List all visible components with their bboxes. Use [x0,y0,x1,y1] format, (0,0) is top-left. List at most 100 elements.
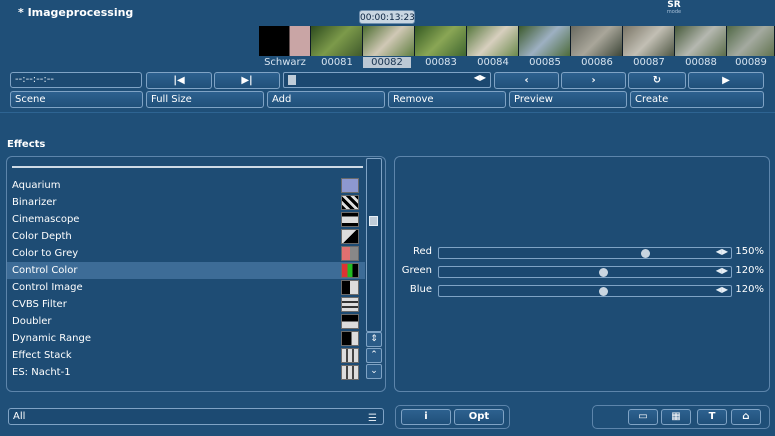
slider-value-red: 150% [735,246,764,257]
doubler-icon [341,314,359,329]
thumbnail-6[interactable] [571,26,623,56]
app-title: * Imageprocessing [18,6,134,19]
effect-item-effect-stack[interactable]: Effect Stack [7,347,365,364]
opt-button[interactable]: Opt [454,409,504,425]
category-value: All [13,411,26,422]
effects-scrollbar[interactable] [366,158,382,332]
effect-label: Control Image [12,282,83,293]
effect-label: CVBS Filter [12,299,67,310]
edit-icon[interactable]: ▭ [628,409,658,425]
control-color-icon [341,263,359,278]
effect-category-select[interactable]: All ☰ [8,408,384,425]
thumbnail-label: 00089 [735,57,767,68]
thumbnail-4[interactable] [467,26,519,56]
slider-label-blue: Blue [409,284,432,295]
scroll-down-icon[interactable]: ⌄ [366,364,382,379]
info-button[interactable]: i [401,409,451,425]
effect-item-control-image[interactable]: Control Image [7,279,365,296]
effect-item-aquarium[interactable]: Aquarium [7,177,365,194]
color-to-grey-icon [341,246,359,261]
effect-stack-icon [341,348,359,363]
thumbnail-2[interactable] [363,26,415,56]
slider-knob[interactable] [641,249,650,258]
menu-icon: ☰ [368,413,377,424]
effect-item-control-color[interactable]: Control Color [7,262,365,279]
dynamic-range-icon [341,331,359,346]
remove-button[interactable]: Remove [388,91,506,108]
effect-item-color-depth[interactable]: Color Depth [7,228,365,245]
effect-label: Doubler [12,316,52,327]
cvbs-filter-icon [341,297,359,312]
play-button[interactable]: ▶ [688,72,764,89]
prev-button[interactable]: ‹ [494,72,559,89]
effect-item-cinemascope[interactable]: Cinemascope [7,211,365,228]
last-frame-button[interactable]: ▶| [214,72,280,89]
thumbnail-8[interactable] [675,26,727,56]
slider-knob[interactable] [599,268,608,277]
es-nacht-icon [341,365,359,380]
thumbnail-label: 00083 [425,57,457,68]
effect-item-es-nacht-1[interactable]: ES: Nacht-1 [7,364,365,381]
text-icon-button[interactable]: T [697,409,727,425]
effect-item-cvbs-filter[interactable]: CVBS Filter [7,296,365,313]
scroll-both-icon[interactable]: ⇕ [366,332,382,347]
effect-item-binarizer[interactable]: Binarizer [7,194,365,211]
effect-label: Cinemascope [12,214,80,225]
add-button[interactable]: Add [267,91,385,108]
full-size-button[interactable]: Full Size [146,91,264,108]
thumbnail-labels: Schwarz 00081 00082 00083 00084 00085 00… [259,56,775,70]
scene-button[interactable]: Scene [10,91,143,108]
film-icon[interactable]: ▦ [661,409,691,425]
slider-blue[interactable]: ◀▶ [438,285,732,297]
create-button[interactable]: Create [630,91,764,108]
first-frame-button[interactable]: |◀ [146,72,212,89]
effects-title: Effects [7,139,46,150]
timeline-filmstrip[interactable] [259,26,775,56]
scroll-up-icon[interactable]: ⌃ [366,348,382,363]
slider-arrows-icon[interactable]: ◀▶ [716,285,728,294]
cinemascope-icon [341,212,359,227]
effect-label: Control Color [12,265,78,276]
thumbnail-0[interactable] [259,26,311,56]
timeline-scroll-thumb[interactable] [288,75,296,85]
thumbnail-5[interactable] [519,26,571,56]
slider-label-red: Red [413,246,432,257]
thumbnail-label: 00088 [685,57,717,68]
effect-label: Effect Stack [12,350,72,361]
effect-item-color-to-grey[interactable]: Color to Grey [7,245,365,262]
slider-label-green: Green [401,265,432,276]
binarizer-icon [341,195,359,210]
next-button[interactable]: › [561,72,626,89]
slider-arrows-icon[interactable]: ◀▶ [716,247,728,256]
effect-item-doubler[interactable]: Doubler [7,313,365,330]
effect-item-dynamic-range[interactable]: Dynamic Range [7,330,365,347]
thumbnail-3[interactable] [415,26,467,56]
effects-scroll-thumb[interactable] [369,216,378,226]
slider-red[interactable]: ◀▶ [438,247,732,259]
thumbnail-label-selected: 00082 [363,57,411,68]
slider-arrows-icon[interactable]: ◀▶ [716,266,728,275]
effect-label: Color to Grey [12,248,79,259]
slider-green[interactable]: ◀▶ [438,266,732,278]
preview-button[interactable]: Preview [509,91,627,108]
thumbnail-7[interactable] [623,26,675,56]
loop-button[interactable]: ↻ [628,72,686,89]
color-depth-icon [341,229,359,244]
current-timecode: 00:00:13:23 [359,10,415,24]
home-icon[interactable]: ⌂ [731,409,761,425]
slider-knob[interactable] [599,287,608,296]
timecode-input[interactable]: --:--:--:-- [10,72,142,88]
thumbnail-1[interactable] [311,26,363,56]
effect-label: Color Depth [12,231,72,242]
slider-value-blue: 120% [735,284,764,295]
divider [0,112,775,113]
thumbnail-9[interactable] [727,26,775,56]
list-separator [12,166,363,168]
thumbnail-label: 00087 [633,57,665,68]
thumbnail-label: 00085 [529,57,561,68]
info-opt-group: i Opt [395,405,510,429]
timeline-scrollbar[interactable]: ◀▶ [283,72,491,88]
aquarium-icon [341,178,359,193]
thumbnail-label: 00084 [477,57,509,68]
effect-label: ES: Nacht-1 [12,367,71,378]
